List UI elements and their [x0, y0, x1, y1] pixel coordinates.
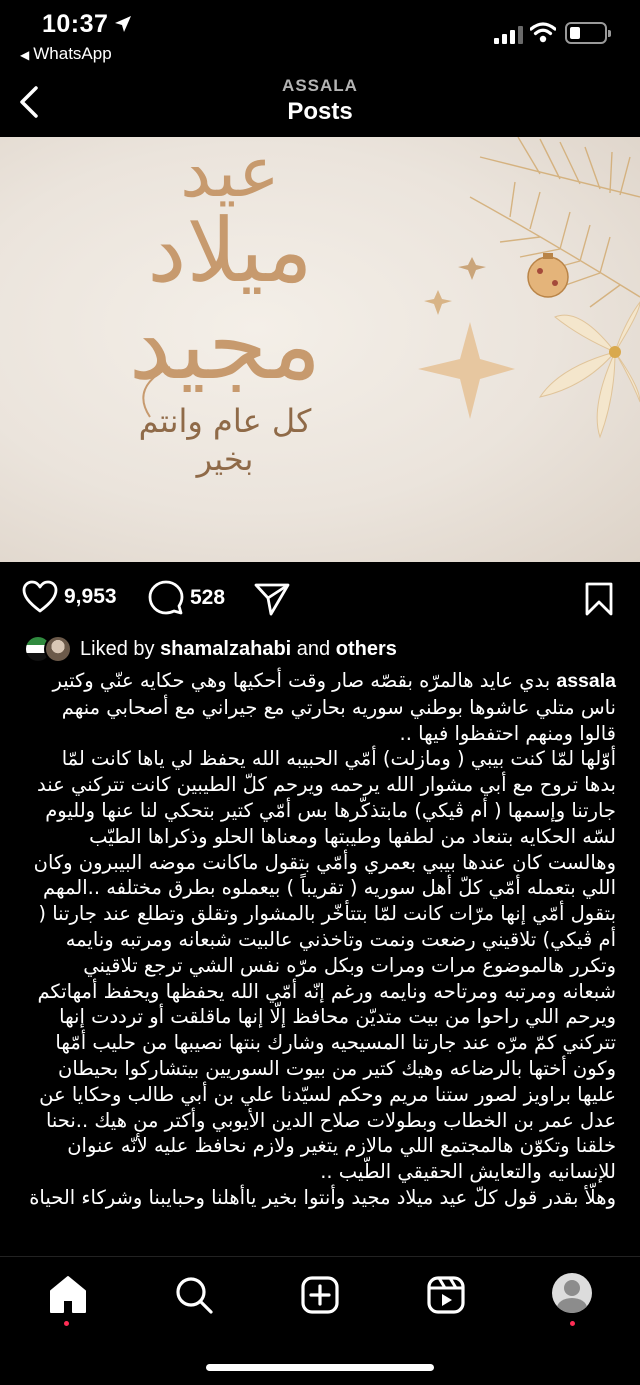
greeting-line-1: عيد	[180, 137, 280, 213]
search-icon[interactable]	[172, 1273, 216, 1317]
create-icon[interactable]	[298, 1273, 342, 1317]
location-arrow-icon	[115, 16, 131, 32]
home-indicator[interactable]	[206, 1364, 434, 1371]
caption-intro-text: بدي عايد هالمرّه بقصّه صار وقت أحكيها وه…	[52, 669, 616, 745]
liked-by-others[interactable]: others	[336, 638, 397, 661]
comment-count: 528	[190, 586, 226, 609]
caption-intro: assala بدي عايد هالمرّه بقصّه صار وقت أح…	[24, 668, 616, 746]
like-count: 9,953	[64, 585, 117, 608]
caption-closing: وهلّأ بقدر قول كلّ عيد ميلاد مجيد وأنتوا…	[29, 1185, 616, 1209]
notification-dot	[64, 1321, 69, 1326]
liked-by-user[interactable]: shamalzahabi	[160, 638, 291, 661]
page-title: Posts	[287, 98, 353, 125]
heart-icon[interactable]	[22, 580, 58, 614]
back-triangle-icon: ◀	[20, 48, 30, 62]
post-caption: assala بدي عايد هالمرّه بقصّه صار وقت أح…	[24, 668, 616, 1211]
liked-by-and: and	[296, 637, 331, 660]
account-name: ASSALA	[282, 76, 358, 95]
greeting-line-2: ميلاد	[147, 199, 313, 302]
caption-username[interactable]: assala	[556, 670, 616, 692]
comment-action[interactable]: 528	[148, 580, 225, 616]
post-actions: 9,953 528	[0, 580, 640, 620]
caption-body: أوّلها لمّا كنت بيبي ( ومازلت) أمّي الحب…	[33, 747, 616, 1184]
posts-header: ASSALA Posts	[0, 70, 640, 136]
profile-icon[interactable]	[552, 1273, 592, 1313]
back-to-app-link[interactable]: ◀ WhatsApp	[20, 44, 112, 64]
like-action[interactable]: 9,953	[22, 580, 117, 614]
liker-avatars	[24, 634, 74, 664]
greeting-subtitle: كل عام وانتم بخير	[138, 402, 312, 478]
clock: 10:37	[42, 10, 109, 38]
liked-by-row[interactable]: Liked by shamalzahabi and others	[24, 634, 397, 664]
back-app-label: WhatsApp	[33, 44, 112, 63]
bookmark-icon[interactable]	[584, 582, 614, 616]
home-icon[interactable]	[46, 1273, 90, 1317]
greeting-line-3: مجيد	[128, 289, 322, 401]
avatar	[44, 635, 72, 663]
post-image[interactable]: عيد ميلاد مجيد كل عام وانتم بخير	[0, 137, 640, 562]
signal-icon	[494, 26, 523, 44]
comment-icon[interactable]	[148, 580, 184, 616]
liked-by-prefix: Liked by	[80, 637, 155, 660]
wifi-icon	[530, 22, 556, 43]
share-icon[interactable]	[254, 582, 290, 616]
reels-icon[interactable]	[424, 1273, 468, 1317]
notification-dot	[570, 1321, 575, 1326]
status-bar: 10:37 ◀ WhatsApp	[0, 0, 640, 70]
battery-icon	[565, 22, 611, 44]
